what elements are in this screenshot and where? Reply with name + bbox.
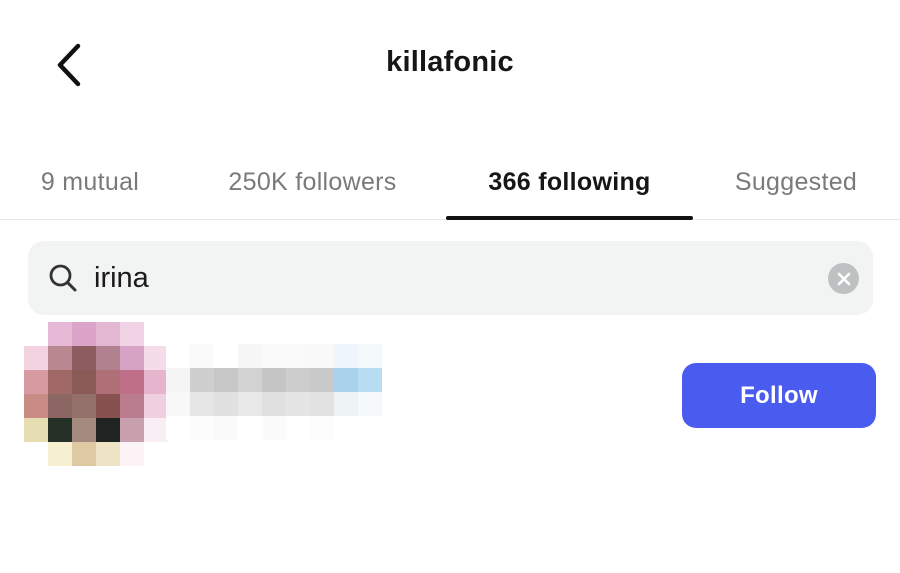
- tab-suggested[interactable]: Suggested: [716, 146, 876, 219]
- follow-button[interactable]: Follow: [682, 363, 876, 428]
- search-input[interactable]: [94, 255, 794, 301]
- header: killafonic: [0, 0, 900, 130]
- username-redacted[interactable]: [166, 344, 382, 440]
- avatar[interactable]: [24, 322, 168, 466]
- search-icon: [49, 264, 77, 292]
- clear-search-button[interactable]: [828, 263, 859, 294]
- active-tab-indicator: [446, 216, 693, 220]
- list-item[interactable]: Follow: [0, 320, 900, 470]
- following-screen: killafonic 9 mutual 250K followers 366 f…: [0, 0, 900, 573]
- search-bar: [28, 241, 873, 315]
- tab-bar: 9 mutual 250K followers 366 following Su…: [0, 146, 900, 220]
- page-title: killafonic: [386, 46, 514, 78]
- tab-following[interactable]: 366 following: [446, 146, 693, 219]
- tab-mutual[interactable]: 9 mutual: [10, 146, 170, 219]
- tab-followers[interactable]: 250K followers: [200, 146, 425, 219]
- clear-icon: [837, 272, 850, 285]
